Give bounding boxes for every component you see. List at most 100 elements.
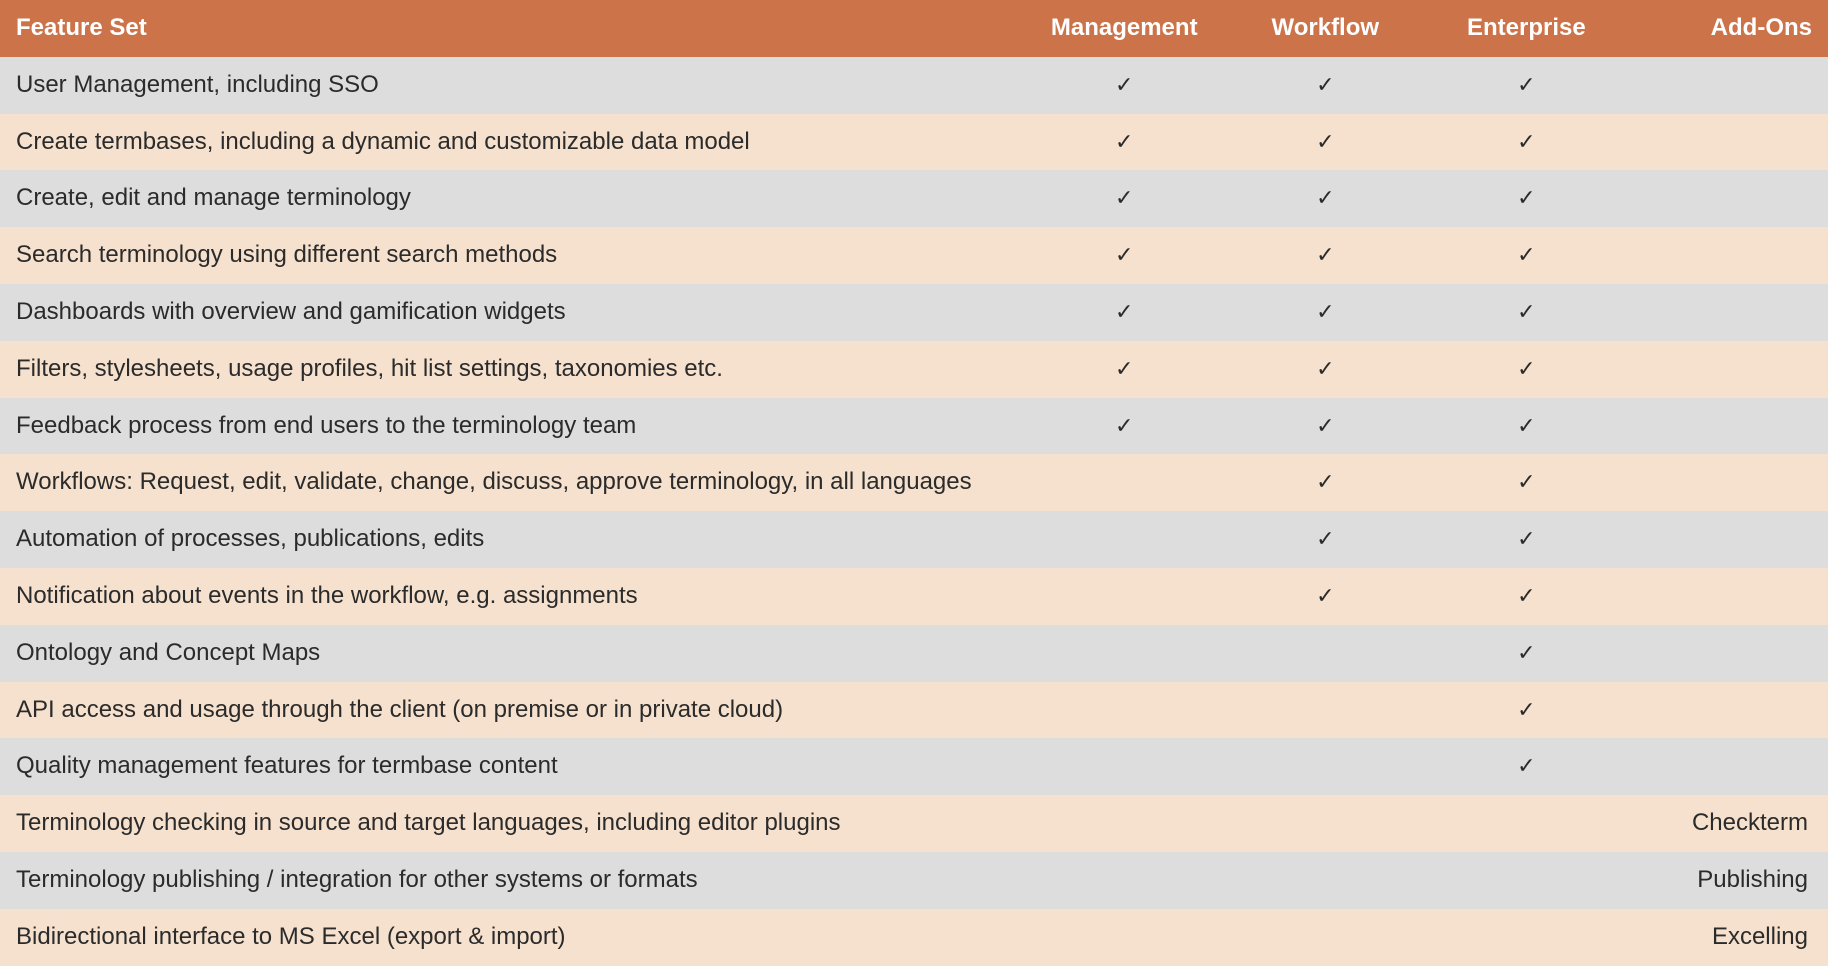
management-cell — [1024, 454, 1225, 511]
enterprise-cell: ✓ — [1426, 454, 1627, 511]
col-header-management: Management — [1024, 0, 1225, 57]
workflow-cell: ✓ — [1225, 398, 1426, 455]
feature-cell: Ontology and Concept Maps — [0, 625, 1024, 682]
enterprise-cell: ✓ — [1426, 398, 1627, 455]
workflow-cell — [1225, 682, 1426, 739]
check-icon: ✓ — [1517, 697, 1535, 722]
management-cell — [1024, 852, 1225, 909]
workflow-cell: ✓ — [1225, 114, 1426, 171]
feature-cell: Workflows: Request, edit, validate, chan… — [0, 454, 1024, 511]
management-cell: ✓ — [1024, 114, 1225, 171]
enterprise-cell: ✓ — [1426, 682, 1627, 739]
feature-cell: Create termbases, including a dynamic an… — [0, 114, 1024, 171]
management-cell: ✓ — [1024, 341, 1225, 398]
enterprise-cell — [1426, 795, 1627, 852]
check-icon: ✓ — [1517, 469, 1535, 494]
check-icon: ✓ — [1517, 299, 1535, 324]
workflow-cell: ✓ — [1225, 568, 1426, 625]
feature-cell: Notification about events in the workflo… — [0, 568, 1024, 625]
check-icon: ✓ — [1517, 242, 1535, 267]
management-cell: ✓ — [1024, 227, 1225, 284]
enterprise-cell: ✓ — [1426, 57, 1627, 114]
feature-cell: Automation of processes, publications, e… — [0, 511, 1024, 568]
check-icon: ✓ — [1316, 526, 1334, 551]
addons-cell — [1627, 284, 1828, 341]
table-row: Workflows: Request, edit, validate, chan… — [0, 454, 1828, 511]
check-icon: ✓ — [1115, 413, 1133, 438]
workflow-cell: ✓ — [1225, 57, 1426, 114]
feature-cell: Quality management features for termbase… — [0, 738, 1024, 795]
addons-cell — [1627, 738, 1828, 795]
management-cell — [1024, 625, 1225, 682]
check-icon: ✓ — [1517, 583, 1535, 608]
check-icon: ✓ — [1316, 356, 1334, 381]
check-icon: ✓ — [1115, 129, 1133, 154]
enterprise-cell — [1426, 909, 1627, 966]
check-icon: ✓ — [1115, 242, 1133, 267]
workflow-cell: ✓ — [1225, 511, 1426, 568]
table-header-row: Feature Set Management Workflow Enterpri… — [0, 0, 1828, 57]
feature-cell: Bidirectional interface to MS Excel (exp… — [0, 909, 1024, 966]
check-icon: ✓ — [1316, 185, 1334, 210]
check-icon: ✓ — [1316, 583, 1334, 608]
addons-cell — [1627, 511, 1828, 568]
feature-cell: Feedback process from end users to the t… — [0, 398, 1024, 455]
workflow-cell — [1225, 909, 1426, 966]
management-cell — [1024, 682, 1225, 739]
enterprise-cell: ✓ — [1426, 738, 1627, 795]
check-icon: ✓ — [1517, 185, 1535, 210]
check-icon: ✓ — [1316, 299, 1334, 324]
check-icon: ✓ — [1517, 640, 1535, 665]
workflow-cell: ✓ — [1225, 170, 1426, 227]
enterprise-cell: ✓ — [1426, 625, 1627, 682]
addons-cell — [1627, 682, 1828, 739]
enterprise-cell: ✓ — [1426, 568, 1627, 625]
addons-cell — [1627, 170, 1828, 227]
feature-cell: Create, edit and manage terminology — [0, 170, 1024, 227]
management-cell: ✓ — [1024, 284, 1225, 341]
management-cell: ✓ — [1024, 398, 1225, 455]
feature-cell: Terminology publishing / integration for… — [0, 852, 1024, 909]
table-row: User Management, including SSO✓✓✓ — [0, 57, 1828, 114]
col-header-addons: Add-Ons — [1627, 0, 1828, 57]
addons-cell — [1627, 227, 1828, 284]
check-icon: ✓ — [1517, 413, 1535, 438]
table-row: Quality management features for termbase… — [0, 738, 1828, 795]
check-icon: ✓ — [1316, 72, 1334, 97]
feature-cell: Dashboards with overview and gamificatio… — [0, 284, 1024, 341]
management-cell — [1024, 738, 1225, 795]
check-icon: ✓ — [1316, 469, 1334, 494]
check-icon: ✓ — [1316, 413, 1334, 438]
col-header-feature: Feature Set — [0, 0, 1024, 57]
workflow-cell — [1225, 625, 1426, 682]
check-icon: ✓ — [1517, 129, 1535, 154]
check-icon: ✓ — [1115, 185, 1133, 210]
workflow-cell — [1225, 795, 1426, 852]
table-row: Search terminology using different searc… — [0, 227, 1828, 284]
check-icon: ✓ — [1115, 356, 1133, 381]
check-icon: ✓ — [1517, 356, 1535, 381]
check-icon: ✓ — [1115, 72, 1133, 97]
table-row: Automation of processes, publications, e… — [0, 511, 1828, 568]
feature-cell: Filters, stylesheets, usage profiles, hi… — [0, 341, 1024, 398]
feature-cell: Terminology checking in source and targe… — [0, 795, 1024, 852]
feature-cell: API access and usage through the client … — [0, 682, 1024, 739]
addons-cell — [1627, 454, 1828, 511]
table-row: Create, edit and manage terminology ✓ ✓ ✓ — [0, 170, 1828, 227]
management-cell — [1024, 795, 1225, 852]
management-cell: ✓ — [1024, 57, 1225, 114]
workflow-cell: ✓ — [1225, 284, 1426, 341]
check-icon: ✓ — [1316, 129, 1334, 154]
management-cell — [1024, 568, 1225, 625]
workflow-cell: ✓ — [1225, 341, 1426, 398]
check-icon: ✓ — [1316, 242, 1334, 267]
table-row: Terminology checking in source and targe… — [0, 795, 1828, 852]
workflow-cell: ✓ — [1225, 454, 1426, 511]
check-icon: ✓ — [1115, 299, 1133, 324]
check-icon: ✓ — [1517, 526, 1535, 551]
enterprise-cell: ✓ — [1426, 170, 1627, 227]
check-icon: ✓ — [1517, 753, 1535, 778]
workflow-cell — [1225, 738, 1426, 795]
addons-cell — [1627, 57, 1828, 114]
enterprise-cell: ✓ — [1426, 341, 1627, 398]
